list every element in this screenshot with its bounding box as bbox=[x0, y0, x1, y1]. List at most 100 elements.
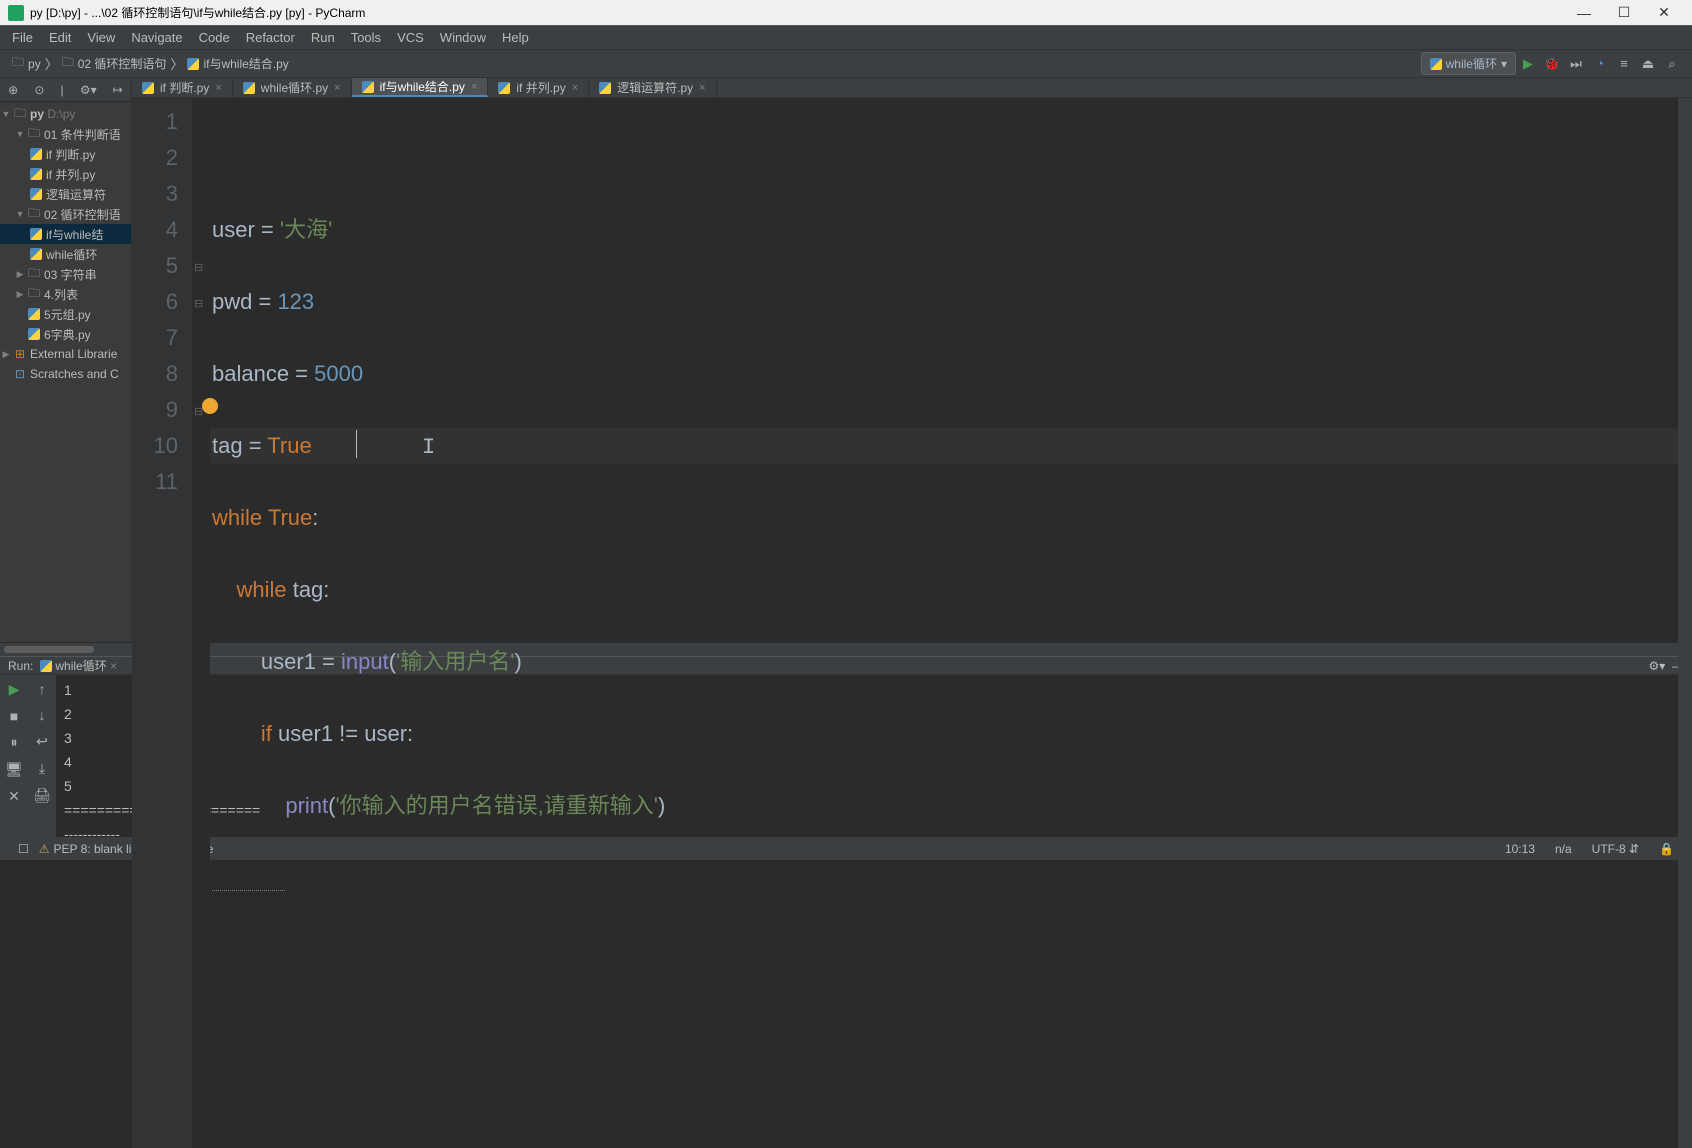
main-area: ⊕ ⊙ | ⚙▾ ↦ ▼ 🗀 py D:\py ▼ 🗀 01 条件判断语 if … bbox=[0, 78, 1692, 642]
project-settings-icon[interactable]: ⚙▾ bbox=[80, 83, 97, 97]
down-button[interactable]: ↓ bbox=[39, 707, 46, 723]
run-left-toolbar-2: ↑ ↓ ↩ ⤓ 🖨 bbox=[28, 675, 56, 851]
pause-button[interactable]: ⏸ bbox=[11, 734, 18, 751]
profile-button[interactable]: ◔ bbox=[1588, 52, 1612, 76]
project-collapse-icon[interactable]: ⊕ bbox=[8, 83, 18, 97]
pycharm-icon bbox=[8, 5, 24, 21]
update-button[interactable]: ⏏ bbox=[1636, 52, 1660, 76]
python-file-icon bbox=[30, 248, 42, 260]
rerun-button[interactable]: ▶ bbox=[9, 681, 20, 698]
exit-button[interactable]: 🖥 bbox=[5, 761, 23, 778]
breadcrumb-folder[interactable]: 🗀 02 循环控制语句 bbox=[58, 53, 171, 74]
fold-gutter: ⊟ ⊟ ⊟ bbox=[192, 98, 210, 1148]
error-stripe[interactable] bbox=[1678, 98, 1692, 1148]
close-icon[interactable]: × bbox=[334, 82, 340, 94]
breadcrumb-separator: 〉 bbox=[45, 54, 58, 73]
menu-help[interactable]: Help bbox=[494, 30, 537, 45]
debug-button[interactable]: 🐞 bbox=[1540, 52, 1564, 76]
tree-file[interactable]: 5元组.py bbox=[0, 304, 131, 324]
run-title: Run: bbox=[8, 659, 33, 673]
close-icon[interactable]: × bbox=[699, 82, 705, 94]
breadcrumb-file[interactable]: if与while结合.py bbox=[183, 55, 292, 72]
chevron-right-icon: ▶ bbox=[14, 269, 26, 280]
tree-root[interactable]: ▼ 🗀 py D:\py bbox=[0, 104, 131, 124]
tab-if-panduan[interactable]: if 判断.py × bbox=[132, 78, 233, 97]
line-number-gutter: 1 2 3 4 5 6 7 8 9 10 11 bbox=[132, 98, 192, 1148]
chevron-down-icon: ▼ bbox=[14, 209, 26, 219]
menu-tools[interactable]: Tools bbox=[343, 30, 389, 45]
run-tab-label[interactable]: while循环 bbox=[55, 657, 106, 674]
project-divider: | bbox=[61, 83, 64, 97]
breadcrumb-root[interactable]: 🗀 py bbox=[8, 53, 45, 74]
tree-file[interactable]: while循环 bbox=[0, 244, 131, 264]
menu-view[interactable]: View bbox=[79, 30, 123, 45]
tree-folder[interactable]: ▶ 🗀 03 字符串 bbox=[0, 264, 131, 284]
tab-while-loop[interactable]: while循环.py × bbox=[233, 78, 352, 97]
project-tree: ▼ 🗀 py D:\py ▼ 🗀 01 条件判断语 if 判断.py if 并列… bbox=[0, 102, 131, 384]
scrollbar-thumb[interactable] bbox=[4, 646, 94, 653]
code-editor[interactable]: 1 2 3 4 5 6 7 8 9 10 11 ⊟ ⊟ ⊟ user = '大海… bbox=[132, 98, 1692, 1148]
run-with-coverage-button[interactable]: ⏭ bbox=[1564, 52, 1588, 76]
menu-file[interactable]: File bbox=[4, 30, 41, 45]
chevron-down-icon: ▼ bbox=[14, 129, 26, 139]
tree-file[interactable]: 6字典.py bbox=[0, 324, 131, 344]
print-button[interactable]: 🖨 bbox=[33, 787, 51, 804]
python-file-icon bbox=[498, 82, 510, 94]
tool-windows-toggle[interactable]: ☐ bbox=[8, 842, 39, 856]
tree-file[interactable]: if 并列.py bbox=[0, 164, 131, 184]
chevron-right-icon: ▶ bbox=[14, 289, 26, 300]
fold-icon[interactable]: ⊟ bbox=[194, 394, 203, 430]
soft-wrap-button[interactable]: ↩ bbox=[36, 733, 48, 750]
project-hide-icon[interactable]: ↦ bbox=[113, 83, 123, 97]
code-content[interactable]: user = '大海' pwd = 123 balance = 5000 tag… bbox=[210, 98, 1678, 1148]
close-icon[interactable]: × bbox=[110, 659, 117, 673]
chevron-right-icon: ▶ bbox=[0, 349, 12, 360]
fold-icon[interactable]: ⊟ bbox=[194, 250, 203, 286]
python-file-icon bbox=[362, 81, 374, 93]
up-button[interactable]: ↑ bbox=[39, 681, 46, 697]
python-file-icon bbox=[30, 168, 42, 180]
menu-window[interactable]: Window bbox=[432, 30, 494, 45]
tree-file[interactable]: 逻辑运算符 bbox=[0, 184, 131, 204]
fold-icon[interactable]: ⊟ bbox=[194, 286, 203, 322]
scroll-to-end-button[interactable]: ⤓ bbox=[39, 760, 45, 777]
close-icon[interactable]: × bbox=[572, 82, 578, 94]
tab-if-while-combine[interactable]: if与while结合.py × bbox=[352, 78, 489, 97]
close-button[interactable]: ✕ bbox=[8, 788, 20, 805]
menu-code[interactable]: Code bbox=[191, 30, 238, 45]
stop-button[interactable]: ≡ bbox=[1612, 52, 1636, 76]
close-icon[interactable]: × bbox=[215, 82, 221, 94]
menu-run[interactable]: Run bbox=[303, 30, 343, 45]
run-button[interactable]: ▶ bbox=[1516, 52, 1540, 76]
project-tool-window: ⊕ ⊙ | ⚙▾ ↦ ▼ 🗀 py D:\py ▼ 🗀 01 条件判断语 if … bbox=[0, 78, 132, 642]
close-icon[interactable]: × bbox=[471, 81, 477, 93]
search-everywhere-button[interactable]: ⌕ bbox=[1660, 52, 1684, 76]
project-toolbar: ⊕ ⊙ | ⚙▾ ↦ bbox=[0, 78, 131, 102]
run-configuration-selector[interactable]: while循环 ▾ bbox=[1421, 52, 1516, 75]
minimize-button[interactable]: — bbox=[1564, 0, 1604, 26]
menu-navigate[interactable]: Navigate bbox=[123, 30, 190, 45]
project-select-icon[interactable]: ⊙ bbox=[34, 83, 44, 97]
tree-folder[interactable]: ▼ 🗀 02 循环控制语 bbox=[0, 204, 131, 224]
python-file-icon bbox=[142, 82, 154, 94]
tree-folder[interactable]: ▶ 🗀 4.列表 bbox=[0, 284, 131, 304]
breadcrumb-separator: 〉 bbox=[170, 54, 183, 73]
tree-folder[interactable]: ▼ 🗀 01 条件判断语 bbox=[0, 124, 131, 144]
chevron-down-icon: ▼ bbox=[0, 109, 12, 119]
close-button[interactable]: ✕ bbox=[1644, 0, 1684, 26]
tree-external-libraries[interactable]: ▶ ⊞ External Librarie bbox=[0, 344, 131, 364]
mouse-ibeam-icon: I bbox=[422, 430, 435, 466]
tree-file[interactable]: if 判断.py bbox=[0, 144, 131, 164]
maximize-button[interactable]: ☐ bbox=[1604, 0, 1644, 26]
menu-vcs[interactable]: VCS bbox=[389, 30, 432, 45]
folder-icon: 🗀 bbox=[62, 53, 74, 74]
tree-scratches[interactable]: ⊡ Scratches and C bbox=[0, 364, 131, 384]
tab-if-parallel[interactable]: if 并列.py × bbox=[488, 78, 589, 97]
menu-refactor[interactable]: Refactor bbox=[238, 30, 303, 45]
menubar: File Edit View Navigate Code Refactor Ru… bbox=[0, 26, 1692, 50]
tree-file-selected[interactable]: if与while结 bbox=[0, 224, 131, 244]
stop-button[interactable]: ■ bbox=[10, 708, 18, 724]
tab-logic-operator[interactable]: 逻辑运算符.py × bbox=[589, 78, 716, 97]
menu-edit[interactable]: Edit bbox=[41, 30, 79, 45]
chevron-down-icon: ▾ bbox=[1501, 57, 1507, 71]
